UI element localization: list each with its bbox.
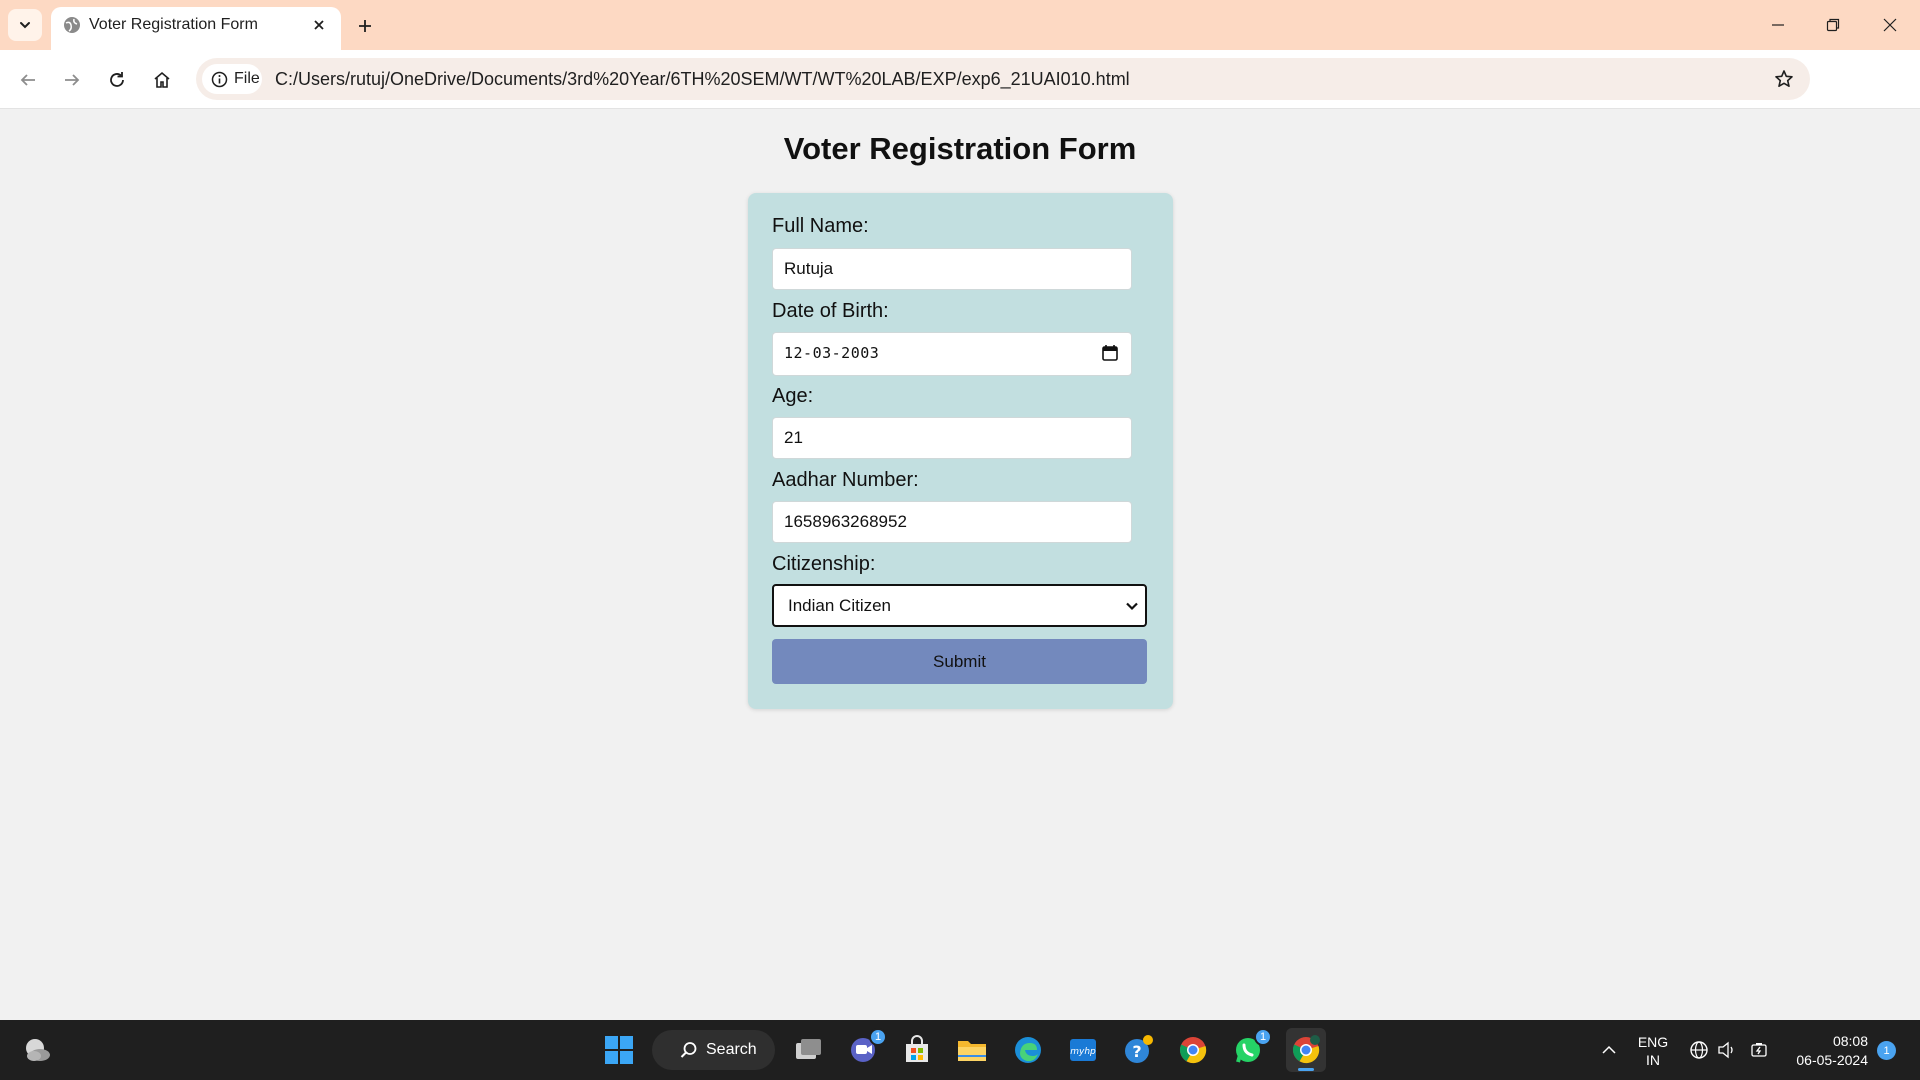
page-title: Voter Registration Form bbox=[783, 131, 1137, 166]
taskbar-search[interactable]: Search bbox=[652, 1030, 775, 1070]
full-name-label: Full Name: bbox=[772, 215, 869, 237]
submit-button[interactable]: Submit bbox=[772, 639, 1147, 684]
aadhar-input[interactable]: 1658963268952 bbox=[772, 501, 1132, 543]
active-tab[interactable]: Voter Registration Form bbox=[51, 7, 341, 50]
globe-icon bbox=[64, 17, 80, 33]
task-view-icon bbox=[796, 1039, 821, 1059]
age-label: Age: bbox=[772, 385, 814, 407]
age-input[interactable]: 21 bbox=[772, 417, 1132, 459]
teams-chat-button[interactable]: 1 bbox=[846, 1028, 887, 1067]
windows-logo-icon bbox=[605, 1036, 633, 1064]
registration-form: Full Name: Rutuja Date of Birth: 12-03-2… bbox=[748, 193, 1173, 709]
citizenship-select[interactable]: Indian Citizen bbox=[772, 584, 1147, 627]
clock-time: 08:08 bbox=[1832, 1033, 1868, 1049]
globe-network-icon bbox=[1690, 1041, 1708, 1059]
file-explorer-button[interactable] bbox=[955, 1033, 989, 1067]
citizenship-label: Citizenship: bbox=[772, 553, 876, 575]
aadhar-label: Aadhar Number: bbox=[772, 469, 919, 491]
plus-icon bbox=[359, 20, 371, 32]
active-app-indicator bbox=[1298, 1068, 1314, 1071]
windows-taskbar: Search 1 myhp ? 1 ENG IN 08:08 06-05-202… bbox=[0, 1020, 1920, 1080]
input-language-indicator[interactable]: ENG IN bbox=[1636, 1033, 1670, 1069]
search-icon bbox=[680, 1042, 697, 1058]
dob-value: 12-03-2003 bbox=[784, 344, 880, 362]
tab-close-button[interactable] bbox=[307, 13, 331, 37]
chevron-down-icon bbox=[20, 22, 30, 29]
bookmark-button[interactable] bbox=[1772, 67, 1796, 91]
get-help-button[interactable]: ? bbox=[1121, 1033, 1155, 1067]
arrow-left-icon bbox=[20, 74, 35, 86]
edge-icon bbox=[1015, 1037, 1041, 1063]
show-hidden-icons-button[interactable] bbox=[1598, 1040, 1620, 1060]
info-icon bbox=[211, 71, 228, 87]
close-icon bbox=[314, 20, 324, 30]
chevron-up-icon bbox=[1602, 1045, 1616, 1054]
tab-title: Voter Registration Form bbox=[89, 16, 258, 33]
home-icon bbox=[154, 71, 170, 88]
weather-cloud-icon bbox=[26, 1039, 50, 1061]
speaker-icon bbox=[1718, 1041, 1733, 1059]
citizenship-selected-value: Indian Citizen bbox=[788, 596, 892, 615]
clock[interactable]: 08:08 06-05-2024 bbox=[1780, 1032, 1868, 1070]
battery-charging-icon bbox=[1751, 1043, 1767, 1057]
battery-button[interactable] bbox=[1748, 1040, 1770, 1060]
tab-search-button[interactable] bbox=[8, 9, 42, 41]
folder-icon bbox=[958, 1041, 986, 1061]
whatsapp-button[interactable]: 1 bbox=[1231, 1028, 1272, 1067]
svg-text:?: ? bbox=[1132, 1042, 1141, 1061]
dob-input[interactable]: 12-03-2003 bbox=[772, 332, 1132, 376]
address-bar[interactable]: File C:/Users/rutuj/OneDrive/Documents/3… bbox=[196, 58, 1810, 100]
close-window-button[interactable] bbox=[1872, 10, 1908, 40]
reload-button[interactable] bbox=[101, 64, 133, 96]
back-button[interactable] bbox=[12, 64, 44, 96]
minimize-button[interactable] bbox=[1760, 10, 1796, 40]
lang-line1: ENG bbox=[1637, 1034, 1669, 1050]
browser-tab-bar: Voter Registration Form bbox=[0, 0, 1920, 50]
start-button[interactable] bbox=[602, 1033, 636, 1067]
chevron-down-icon bbox=[1126, 602, 1138, 611]
chrome-icon bbox=[1179, 1037, 1207, 1064]
site-info-label: File bbox=[234, 70, 260, 87]
forward-button[interactable] bbox=[56, 64, 88, 96]
close-icon bbox=[1883, 18, 1897, 32]
taskbar-search-label: Search bbox=[706, 1041, 757, 1058]
star-icon bbox=[1775, 70, 1793, 87]
help-icon: ? bbox=[1125, 1035, 1153, 1063]
hp-icon: myhp bbox=[1070, 1039, 1096, 1061]
volume-button[interactable] bbox=[1716, 1040, 1738, 1060]
whatsapp-badge: 1 bbox=[1254, 1028, 1272, 1046]
new-tab-button[interactable] bbox=[350, 11, 380, 41]
browser-toolbar: File C:/Users/rutuj/OneDrive/Documents/3… bbox=[0, 50, 1920, 143]
dob-label: Date of Birth: bbox=[772, 300, 889, 322]
minimize-icon bbox=[1772, 24, 1784, 26]
site-info-chip[interactable]: File bbox=[202, 64, 262, 94]
network-button[interactable] bbox=[1688, 1040, 1710, 1060]
weather-widget[interactable] bbox=[20, 1033, 54, 1067]
chrome-profile-icon bbox=[1292, 1035, 1320, 1064]
teams-badge: 1 bbox=[869, 1028, 887, 1046]
svg-text:myhp: myhp bbox=[1070, 1047, 1096, 1057]
full-name-input[interactable]: Rutuja bbox=[772, 248, 1132, 290]
restore-icon bbox=[1826, 18, 1840, 32]
microsoft-store-button[interactable] bbox=[900, 1033, 934, 1067]
url-text[interactable]: C:/Users/rutuj/OneDrive/Documents/3rd%20… bbox=[275, 69, 1130, 90]
edge-browser-button[interactable] bbox=[1011, 1033, 1045, 1067]
store-icon bbox=[906, 1035, 928, 1062]
reload-icon bbox=[110, 72, 124, 87]
chrome-profile-button-active[interactable] bbox=[1286, 1028, 1326, 1072]
clock-date: 06-05-2024 bbox=[1796, 1052, 1868, 1068]
myhp-button[interactable]: myhp bbox=[1066, 1033, 1100, 1067]
chrome-button[interactable] bbox=[1176, 1033, 1210, 1067]
restore-button[interactable] bbox=[1815, 10, 1851, 40]
arrow-right-icon bbox=[65, 74, 80, 86]
page-viewport: Voter Registration Form Full Name: Rutuj… bbox=[0, 109, 1920, 1020]
lang-line2: IN bbox=[1646, 1052, 1660, 1068]
calendar-icon[interactable] bbox=[1101, 344, 1119, 362]
task-view-button[interactable] bbox=[791, 1033, 825, 1067]
notification-badge[interactable]: 1 bbox=[1877, 1041, 1896, 1060]
home-button[interactable] bbox=[146, 64, 178, 96]
